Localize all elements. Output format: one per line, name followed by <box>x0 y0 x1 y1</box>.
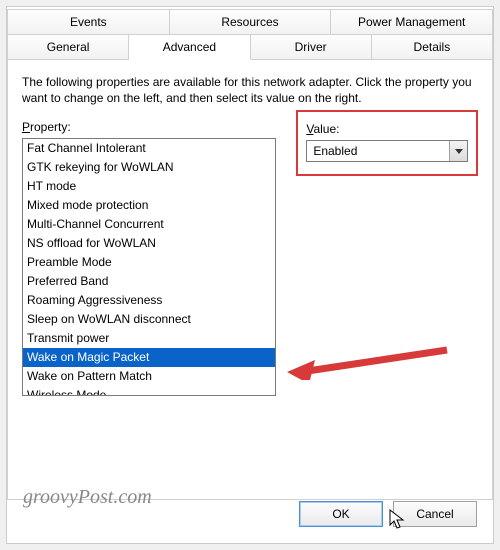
property-item[interactable]: Preferred Band <box>23 272 275 291</box>
property-item[interactable]: Preamble Mode <box>23 253 275 272</box>
property-label: Property: <box>22 120 276 134</box>
tab-driver[interactable]: Driver <box>251 35 372 60</box>
tabs-row-2: GeneralAdvancedDriverDetails <box>7 35 493 60</box>
property-item[interactable]: GTK rekeying for WoWLAN <box>23 158 275 177</box>
advanced-tab-panel: The following properties are available f… <box>7 60 493 500</box>
property-item[interactable]: Sleep on WoWLAN disconnect <box>23 310 275 329</box>
chevron-down-icon[interactable] <box>449 141 467 161</box>
tab-details[interactable]: Details <box>372 35 493 60</box>
tab-events[interactable]: Events <box>7 9 170 35</box>
watermark-text: groovyPost.com <box>23 486 152 509</box>
property-listbox[interactable]: Fat Channel IntolerantGTK rekeying for W… <box>22 138 276 396</box>
property-item[interactable]: NS offload for WoWLAN <box>23 234 275 253</box>
tab-power-management[interactable]: Power Management <box>331 9 493 35</box>
property-item[interactable]: HT mode <box>23 177 275 196</box>
value-dropdown-text: Enabled <box>307 144 449 158</box>
properties-dialog: EventsResourcesPower Management GeneralA… <box>6 6 494 544</box>
dialog-buttons: OK Cancel <box>299 501 477 527</box>
description-text: The following properties are available f… <box>22 74 478 106</box>
cancel-button[interactable]: Cancel <box>393 501 477 527</box>
tabs-row-1: EventsResourcesPower Management <box>7 9 493 35</box>
property-item[interactable]: Wake on Pattern Match <box>23 367 275 386</box>
property-item[interactable]: Mixed mode protection <box>23 196 275 215</box>
tab-general[interactable]: General <box>7 35 129 60</box>
value-label: Value: <box>306 122 468 136</box>
property-item[interactable]: Roaming Aggressiveness <box>23 291 275 310</box>
property-item[interactable]: Wake on Magic Packet <box>23 348 275 367</box>
property-item[interactable]: Wireless Mode <box>23 386 275 396</box>
value-dropdown[interactable]: Enabled <box>306 140 468 162</box>
property-item[interactable]: Multi-Channel Concurrent <box>23 215 275 234</box>
tab-resources[interactable]: Resources <box>170 9 332 35</box>
property-item[interactable]: Transmit power <box>23 329 275 348</box>
value-highlight-box: Value: Enabled <box>296 110 478 176</box>
ok-button[interactable]: OK <box>299 501 383 527</box>
tab-advanced[interactable]: Advanced <box>129 35 250 60</box>
property-item[interactable]: Fat Channel Intolerant <box>23 139 275 158</box>
